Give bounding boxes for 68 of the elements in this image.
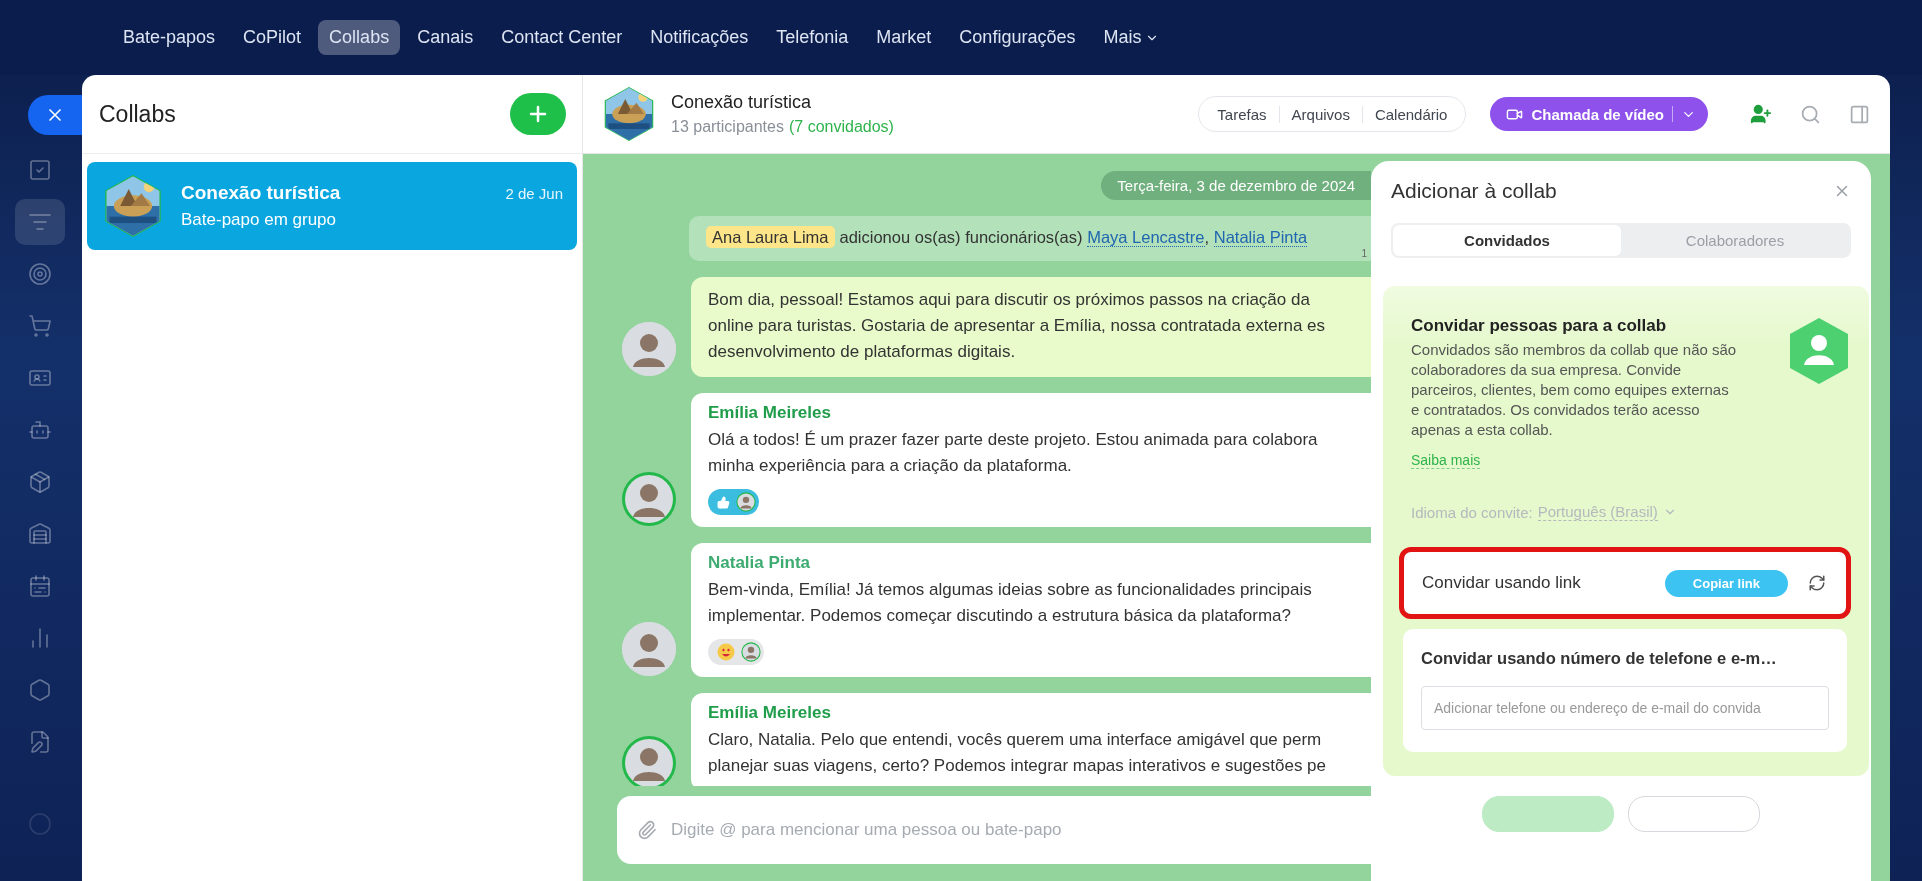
avatar — [741, 642, 761, 662]
nav-tab[interactable]: Bate-papos — [112, 20, 227, 55]
search-icon[interactable] — [1800, 103, 1821, 125]
nav-tab[interactable]: Market — [865, 20, 943, 55]
confirm-button[interactable] — [1482, 796, 1614, 832]
nav-tab[interactable]: Contact Center — [490, 20, 634, 55]
invite-description: Convidados são membros da collab que não são colaboradores da sua empresa. Convide parceiros, clientes, bem como equipes externas e contratados. Os convidados terão acesso apenas a esta collab. — [1411, 340, 1738, 440]
warehouse-icon — [28, 522, 52, 546]
cart-icon — [28, 314, 52, 338]
nav-tab[interactable]: Configurações — [948, 20, 1087, 55]
cancel-button[interactable] — [1628, 796, 1760, 832]
hexagon-icon — [28, 678, 52, 702]
participant-count: 13 participantes — [671, 118, 784, 136]
author-name[interactable]: Emília Meireles — [708, 403, 1371, 423]
thumbs-up-icon — [717, 495, 730, 509]
contact-input-field[interactable]: Adicionar telefone ou endereço de e-mail do convida — [1421, 686, 1829, 730]
paperclip-icon[interactable] — [637, 820, 657, 840]
user-link[interactable]: Maya Lencastre — [1087, 228, 1205, 247]
nav-tab[interactable]: CoPilot — [232, 20, 313, 55]
message-text: Bem-vinda, Emília! Já temos algumas ideias sobre as funcionalidades principais implementar. Podemos começar discutindo a estrutura básica da plataforma? — [708, 579, 1313, 627]
chat-title: Conexão turística — [181, 182, 341, 204]
message-time: 1 — [1361, 248, 1367, 259]
heart-eyes-icon — [717, 643, 735, 661]
nav-tab[interactable]: Mais — [1092, 20, 1171, 55]
nav-tab[interactable]: Telefonia — [765, 20, 860, 55]
video-call-button[interactable]: Chamada de vídeo — [1490, 97, 1708, 131]
language-label: Idioma do convite: — [1411, 503, 1533, 521]
reaction[interactable] — [708, 639, 764, 665]
link-invite-title: Convidar usando link — [1422, 573, 1582, 593]
chat-date: 2 de Jun — [505, 185, 563, 202]
reaction[interactable] — [708, 489, 759, 515]
message-text: Claro, Natalia. Pelo que entendi, vocês querem uma interface amigável que perm planejar suas viagens, certo? Podemos integrar mapas interativos e sugestões pe — [708, 729, 1328, 777]
message-field[interactable]: Digite @ para mencionar uma pessoa ou bate-papo — [617, 796, 1371, 864]
avatar — [736, 492, 756, 512]
box-icon — [28, 470, 52, 494]
robot-icon — [28, 418, 52, 442]
guest-icon — [1787, 316, 1851, 386]
date-divider: Terça-feira, 3 de dezembro de 2024 — [1101, 171, 1371, 200]
tool-link[interactable]: Arquivos — [1278, 105, 1362, 123]
calendar-icon — [28, 574, 52, 598]
add-button[interactable] — [510, 93, 566, 135]
sidebar-item[interactable] — [15, 199, 65, 245]
contact-invite-title: Convidar usando número de telefone e e-m… — [1421, 649, 1778, 668]
nav-tab[interactable]: Notificações — [639, 20, 760, 55]
tab[interactable]: Convidados — [1393, 225, 1621, 256]
author-name[interactable]: Emília Meireles — [708, 703, 1371, 723]
system-message: Ana Laura Lima adicionou os(as) funcionários(as) Maya Lencastre, Natalia Pinta — [706, 228, 1308, 246]
invite-heading: Convidar pessoas para a collab — [1411, 316, 1668, 336]
message-input[interactable]: Digite @ para mencionar uma pessoa ou bate-papo — [669, 819, 1371, 841]
message-text: Olá a todos! É um prazer fazer parte deste projeto. Estou animada para colabora minha experiência para a criação da plataforma. — [708, 429, 1319, 477]
document-icon — [28, 730, 52, 754]
tool-link[interactable]: Calendário — [1361, 105, 1460, 123]
sidebar-toggle-icon[interactable] — [1849, 103, 1870, 125]
circle-icon — [28, 812, 52, 836]
message-text: Bom dia, pessoal! Estamos aqui para discutir os próximos passos na criação da online para turistas. Gostaria de apresentar a Emília, nossa contratada externa es desenvolvimento de plataformas digitais. — [708, 289, 1327, 363]
add-user-icon[interactable] — [1750, 103, 1772, 125]
chat-subtitle: Bate-papo em grupo — [181, 210, 337, 230]
panel-title: Collabs — [99, 100, 176, 128]
nav-tab[interactable]: Canais — [406, 20, 485, 55]
close-button[interactable] — [28, 95, 82, 135]
chat-title: Conexão turística — [671, 92, 813, 113]
target-icon — [28, 262, 52, 286]
tool-link[interactable]: Tarefas — [1205, 105, 1279, 123]
nav-tab[interactable]: Collabs — [318, 20, 401, 55]
panel-title: Adicionar à collab — [1391, 179, 1557, 203]
refresh-icon[interactable] — [1808, 574, 1826, 592]
checkbox-icon — [28, 158, 52, 182]
user-link[interactable]: Natalia Pinta — [1213, 228, 1308, 247]
